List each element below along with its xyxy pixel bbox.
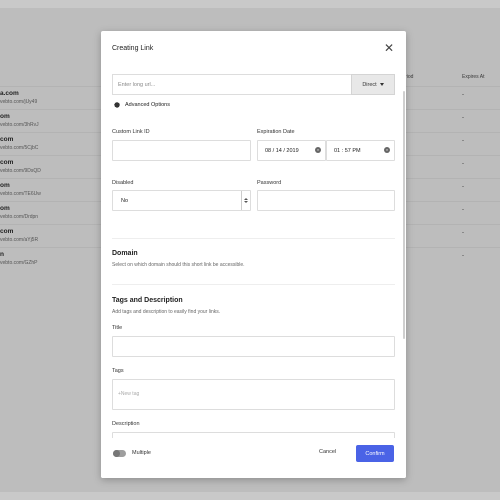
- gear-icon: [114, 102, 120, 108]
- tags-section-title: Tags and Description: [112, 297, 183, 304]
- cancel-button[interactable]: Cancel: [319, 449, 336, 455]
- tags-label: Tags: [112, 368, 124, 374]
- row-domain: n: [0, 251, 4, 258]
- row-expires: -: [462, 207, 464, 213]
- description-label: Description: [112, 421, 140, 427]
- multiple-toggle[interactable]: [113, 450, 126, 457]
- modal-title: Creating Link: [112, 45, 154, 52]
- clear-time-icon[interactable]: ×: [384, 147, 390, 153]
- link-type-dropdown[interactable]: Direct: [351, 74, 395, 95]
- row-domain: om: [0, 182, 10, 189]
- domain-section-title: Domain: [112, 250, 138, 257]
- row-domain: com: [0, 136, 14, 143]
- link-type-label: Direct: [362, 81, 377, 88]
- row-short-url: vebto.com/9DsQD: [0, 168, 41, 174]
- row-domain: com: [0, 159, 14, 166]
- password-input[interactable]: [257, 190, 395, 211]
- expiration-time-input[interactable]: 01 : 57 PM ×: [326, 140, 395, 161]
- expiration-label: Expiration Date: [257, 129, 295, 135]
- row-domain: a.com: [0, 90, 19, 97]
- column-header-expires: Expires At: [462, 74, 485, 80]
- long-url-input[interactable]: [112, 74, 352, 95]
- row-short-url: vebto.com/3hRvJ: [0, 122, 39, 128]
- disabled-label: Disabled: [112, 180, 134, 186]
- domain-section-desc: Select on which domain should this short…: [112, 262, 245, 268]
- row-short-url: vebto.com/Drdpn: [0, 214, 39, 220]
- custom-id-label: Custom Link ID: [112, 129, 150, 135]
- disabled-select[interactable]: No: [112, 190, 251, 211]
- toggle-knob: [113, 450, 120, 457]
- disabled-select-value: No: [121, 198, 129, 204]
- modal-footer: Multiple Cancel Confirm: [101, 438, 406, 478]
- row-domain: com: [0, 228, 14, 235]
- row-short-url: vebto.com/aYj5R: [0, 237, 39, 243]
- row-domain: om: [0, 113, 10, 120]
- title-label: Title: [112, 325, 123, 331]
- row-short-url: vebto.com/TE6Uw: [0, 191, 41, 197]
- title-input[interactable]: [112, 336, 395, 357]
- create-link-modal: Creating Link ✕ Direct Advanced Options …: [101, 31, 406, 478]
- divider: [112, 284, 395, 285]
- divider: [112, 238, 395, 239]
- row-expires: -: [462, 115, 464, 121]
- row-expires: -: [462, 138, 464, 144]
- scrollbar-thumb[interactable]: [403, 91, 405, 339]
- expiration-date-input[interactable]: 08 / 14 / 2019 ×: [257, 140, 326, 161]
- row-expires: -: [462, 253, 464, 259]
- tags-section-desc: Add tags and description to easily find …: [112, 309, 221, 315]
- new-tag-placeholder: +New tag: [118, 391, 140, 397]
- row-domain: om: [0, 205, 10, 212]
- expiration-time-value: 01 : 57 PM: [334, 148, 361, 154]
- row-expires: -: [462, 92, 464, 98]
- multiple-label: Multiple: [132, 450, 151, 456]
- row-expires: -: [462, 230, 464, 236]
- clear-date-icon[interactable]: ×: [315, 147, 321, 153]
- row-short-url: vebto.com/jUy49: [0, 99, 38, 105]
- advanced-options-label: Advanced Options: [125, 102, 170, 108]
- row-expires: -: [462, 161, 464, 167]
- advanced-options-toggle[interactable]: Advanced Options: [113, 101, 170, 109]
- row-expires: -: [462, 184, 464, 190]
- row-short-url: vebto.com/5CjbC: [0, 145, 39, 151]
- modal-scrollbar[interactable]: [402, 75, 406, 475]
- expiration-date-value: 08 / 14 / 2019: [265, 148, 299, 154]
- row-short-url: vebto.com/GZhP: [0, 260, 38, 266]
- confirm-button[interactable]: Confirm: [356, 445, 394, 462]
- select-arrows-icon: [241, 191, 250, 210]
- tags-input[interactable]: +New tag: [112, 379, 395, 410]
- caret-down-icon: [379, 83, 384, 86]
- close-icon[interactable]: ✕: [382, 41, 396, 55]
- password-label: Password: [257, 180, 282, 186]
- custom-id-input[interactable]: [112, 140, 251, 161]
